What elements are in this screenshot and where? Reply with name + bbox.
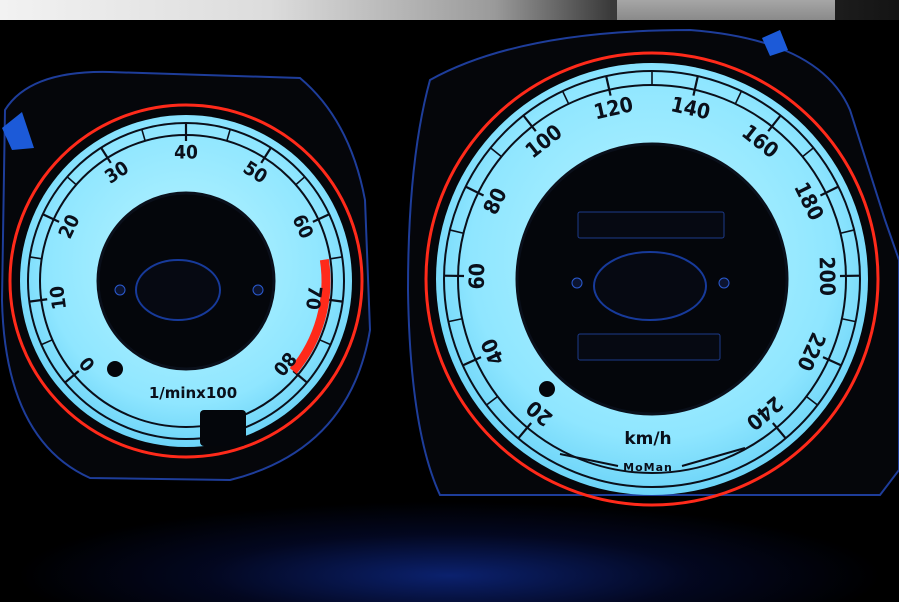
speedo-unit-label: km/h xyxy=(624,429,671,449)
speedo-needle-stop xyxy=(539,381,555,397)
tacho-label-40: 40 xyxy=(174,142,198,164)
tacho-unit-label: 1/minx100 xyxy=(149,384,237,402)
tacho-center-oval xyxy=(135,259,221,321)
speedo-center-oval xyxy=(593,251,707,321)
speedo-label-60: 60 xyxy=(465,263,489,290)
dashboard-photo: 0 10 20 30 40 50 60 70 80 1/minx100 20 40 60 80 100 1… xyxy=(0,0,899,602)
speedo-screw-left xyxy=(571,277,583,289)
gauge-cluster: 01020304050607080 1/minx100 204060801001… xyxy=(0,28,899,507)
speedo-screw-right xyxy=(718,277,730,289)
tacho-label-10: 10 xyxy=(46,284,71,311)
speedo-brand-label: MoMan xyxy=(623,461,673,474)
tacho-label-70: 70 xyxy=(301,285,326,312)
speedo-label-200: 200 xyxy=(815,256,840,296)
tacho-screw-left xyxy=(114,284,126,296)
tacho-screw-right xyxy=(252,284,264,296)
tachometer: 01020304050607080 1/minx100 xyxy=(0,70,372,482)
tacho-needle-stop xyxy=(107,361,123,377)
speedometer: 20406080100120 140160180200220240 km/h Mo… xyxy=(406,28,899,507)
speedo-odometer-window-bottom xyxy=(577,333,721,361)
speedo-odometer-window-top xyxy=(577,211,725,239)
tacho-warning-window xyxy=(200,410,246,446)
